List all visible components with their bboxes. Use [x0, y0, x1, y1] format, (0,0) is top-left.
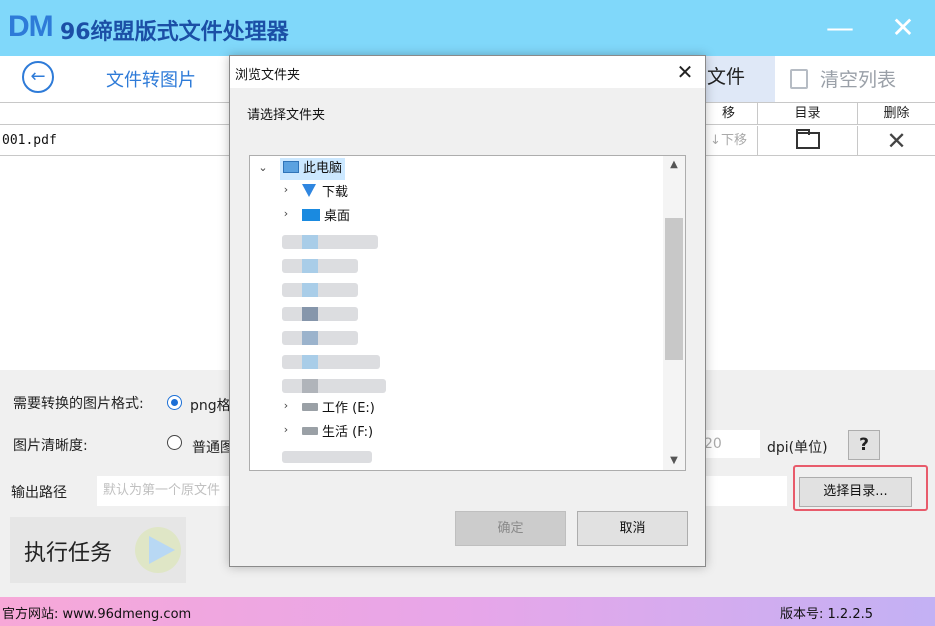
version-text: 版本号: 1.2.2.5: [780, 607, 873, 622]
drive-icon: [302, 427, 318, 435]
website-text: 官方网站: www.96dmeng.com: [2, 607, 192, 622]
column-header-delete: 删除: [858, 103, 935, 125]
desktop-icon: [302, 209, 320, 221]
dpi-unit-label: dpi(单位): [767, 440, 828, 456]
output-path-label: 输出路径: [11, 485, 67, 501]
collapse-chevron-icon[interactable]: ›: [280, 423, 292, 436]
format-radio-png[interactable]: [167, 395, 182, 410]
folder-tree: ⌄ 此电脑 › 下载 › 桌面 › 工作 (E:) › 生活 (F:) ▲ ▼: [249, 155, 686, 471]
minimize-button[interactable]: —: [815, 0, 865, 56]
tree-item-label: 下载: [322, 185, 349, 200]
blurred-icon: [302, 331, 318, 345]
app-title: 96缔盟版式文件处理器: [60, 20, 289, 45]
blurred-tree-item: [282, 235, 378, 249]
computer-icon: [283, 161, 299, 173]
ok-button[interactable]: 确定: [455, 511, 566, 546]
clear-list-button[interactable]: 清空列表: [790, 65, 896, 92]
collapse-chevron-icon[interactable]: ›: [280, 207, 292, 220]
blurred-tree-item: [282, 355, 380, 369]
clarity-radio-normal[interactable]: [167, 435, 182, 450]
cancel-button[interactable]: 取消: [577, 511, 688, 546]
execute-task-label: 执行任务: [24, 541, 113, 566]
scrollbar-thumb[interactable]: [665, 218, 683, 360]
blurred-icon: [302, 379, 318, 393]
trash-icon: [790, 69, 808, 89]
add-file-button[interactable]: 文件: [705, 56, 775, 102]
blurred-tree-item: [282, 283, 358, 297]
tree-item-this-pc[interactable]: 此电脑: [280, 158, 346, 180]
vertical-scrollbar[interactable]: ▲ ▼: [663, 156, 685, 470]
tree-item-label: 工作 (E:): [322, 401, 375, 416]
status-footer: 官方网站: www.96dmeng.com 版本号: 1.2.2.5: [0, 597, 935, 626]
blurred-icon: [302, 307, 318, 321]
play-icon: [135, 527, 181, 573]
column-header-directory: 目录: [758, 103, 858, 125]
dialog-close-button[interactable]: ✕: [670, 59, 700, 85]
clear-list-label: 清空列表: [820, 69, 897, 91]
tree-item-drive-f[interactable]: 生活 (F:): [302, 422, 373, 444]
clarity-label: 图片清晰度:: [13, 438, 88, 454]
delete-row-button[interactable]: ✕: [858, 126, 935, 156]
open-folder-button[interactable]: [758, 126, 858, 156]
file-name-cell: 001.pdf: [2, 133, 57, 148]
tree-item-label: 生活 (F:): [322, 425, 374, 440]
expand-chevron-icon[interactable]: ⌄: [257, 161, 269, 174]
format-label: 需要转换的图片格式:: [13, 396, 144, 412]
browse-folder-dialog: 浏览文件夹 ✕ 请选择文件夹 ⌄ 此电脑 › 下载 › 桌面 › 工作 (E:)…: [229, 55, 706, 567]
tree-item-label: 桌面: [324, 209, 351, 224]
dialog-title: 浏览文件夹: [235, 68, 301, 83]
blurred-icon: [302, 259, 318, 273]
tree-item-downloads[interactable]: 下载: [302, 182, 348, 204]
back-arrow-icon[interactable]: ←: [22, 61, 54, 93]
dialog-title-bar: 浏览文件夹 ✕: [230, 56, 705, 88]
blurred-tree-item: [282, 259, 358, 273]
blurred-tree-item: [282, 451, 372, 463]
format-option-label: png格: [190, 398, 231, 414]
blurred-icon: [302, 235, 318, 249]
title-bar: DM 96缔盟版式文件处理器 — ✕: [0, 0, 935, 56]
scroll-down-icon[interactable]: ▼: [663, 455, 685, 466]
execute-task-button[interactable]: 执行任务: [10, 517, 186, 583]
collapse-chevron-icon[interactable]: ›: [280, 183, 292, 196]
blurred-tree-item: [282, 379, 386, 393]
mode-label: 文件转图片: [106, 70, 196, 91]
tree-item-label: 此电脑: [303, 161, 343, 176]
blurred-icon: [302, 355, 318, 369]
dialog-prompt: 请选择文件夹: [247, 108, 326, 123]
column-header-order: 移: [700, 103, 758, 125]
tree-item-desktop[interactable]: 桌面: [302, 206, 350, 228]
scroll-up-icon[interactable]: ▲: [663, 159, 685, 170]
app-logo: DM: [8, 10, 54, 43]
folder-icon: [795, 129, 820, 149]
blurred-icon: [302, 283, 318, 297]
tree-item-drive-e[interactable]: 工作 (E:): [302, 398, 375, 420]
clarity-option-label: 普通图: [192, 440, 234, 456]
blurred-tree-item: [282, 331, 358, 345]
dpi-input[interactable]: 20: [700, 430, 760, 458]
choose-directory-button[interactable]: 选择目录...: [799, 477, 912, 507]
download-arrow-icon: [302, 184, 316, 197]
blurred-tree-item: [282, 307, 358, 321]
close-window-button[interactable]: ✕: [878, 0, 928, 56]
move-down-button[interactable]: ↓下移: [700, 126, 758, 156]
drive-icon: [302, 403, 318, 411]
collapse-chevron-icon[interactable]: ›: [280, 399, 292, 412]
help-button[interactable]: ?: [848, 430, 880, 460]
